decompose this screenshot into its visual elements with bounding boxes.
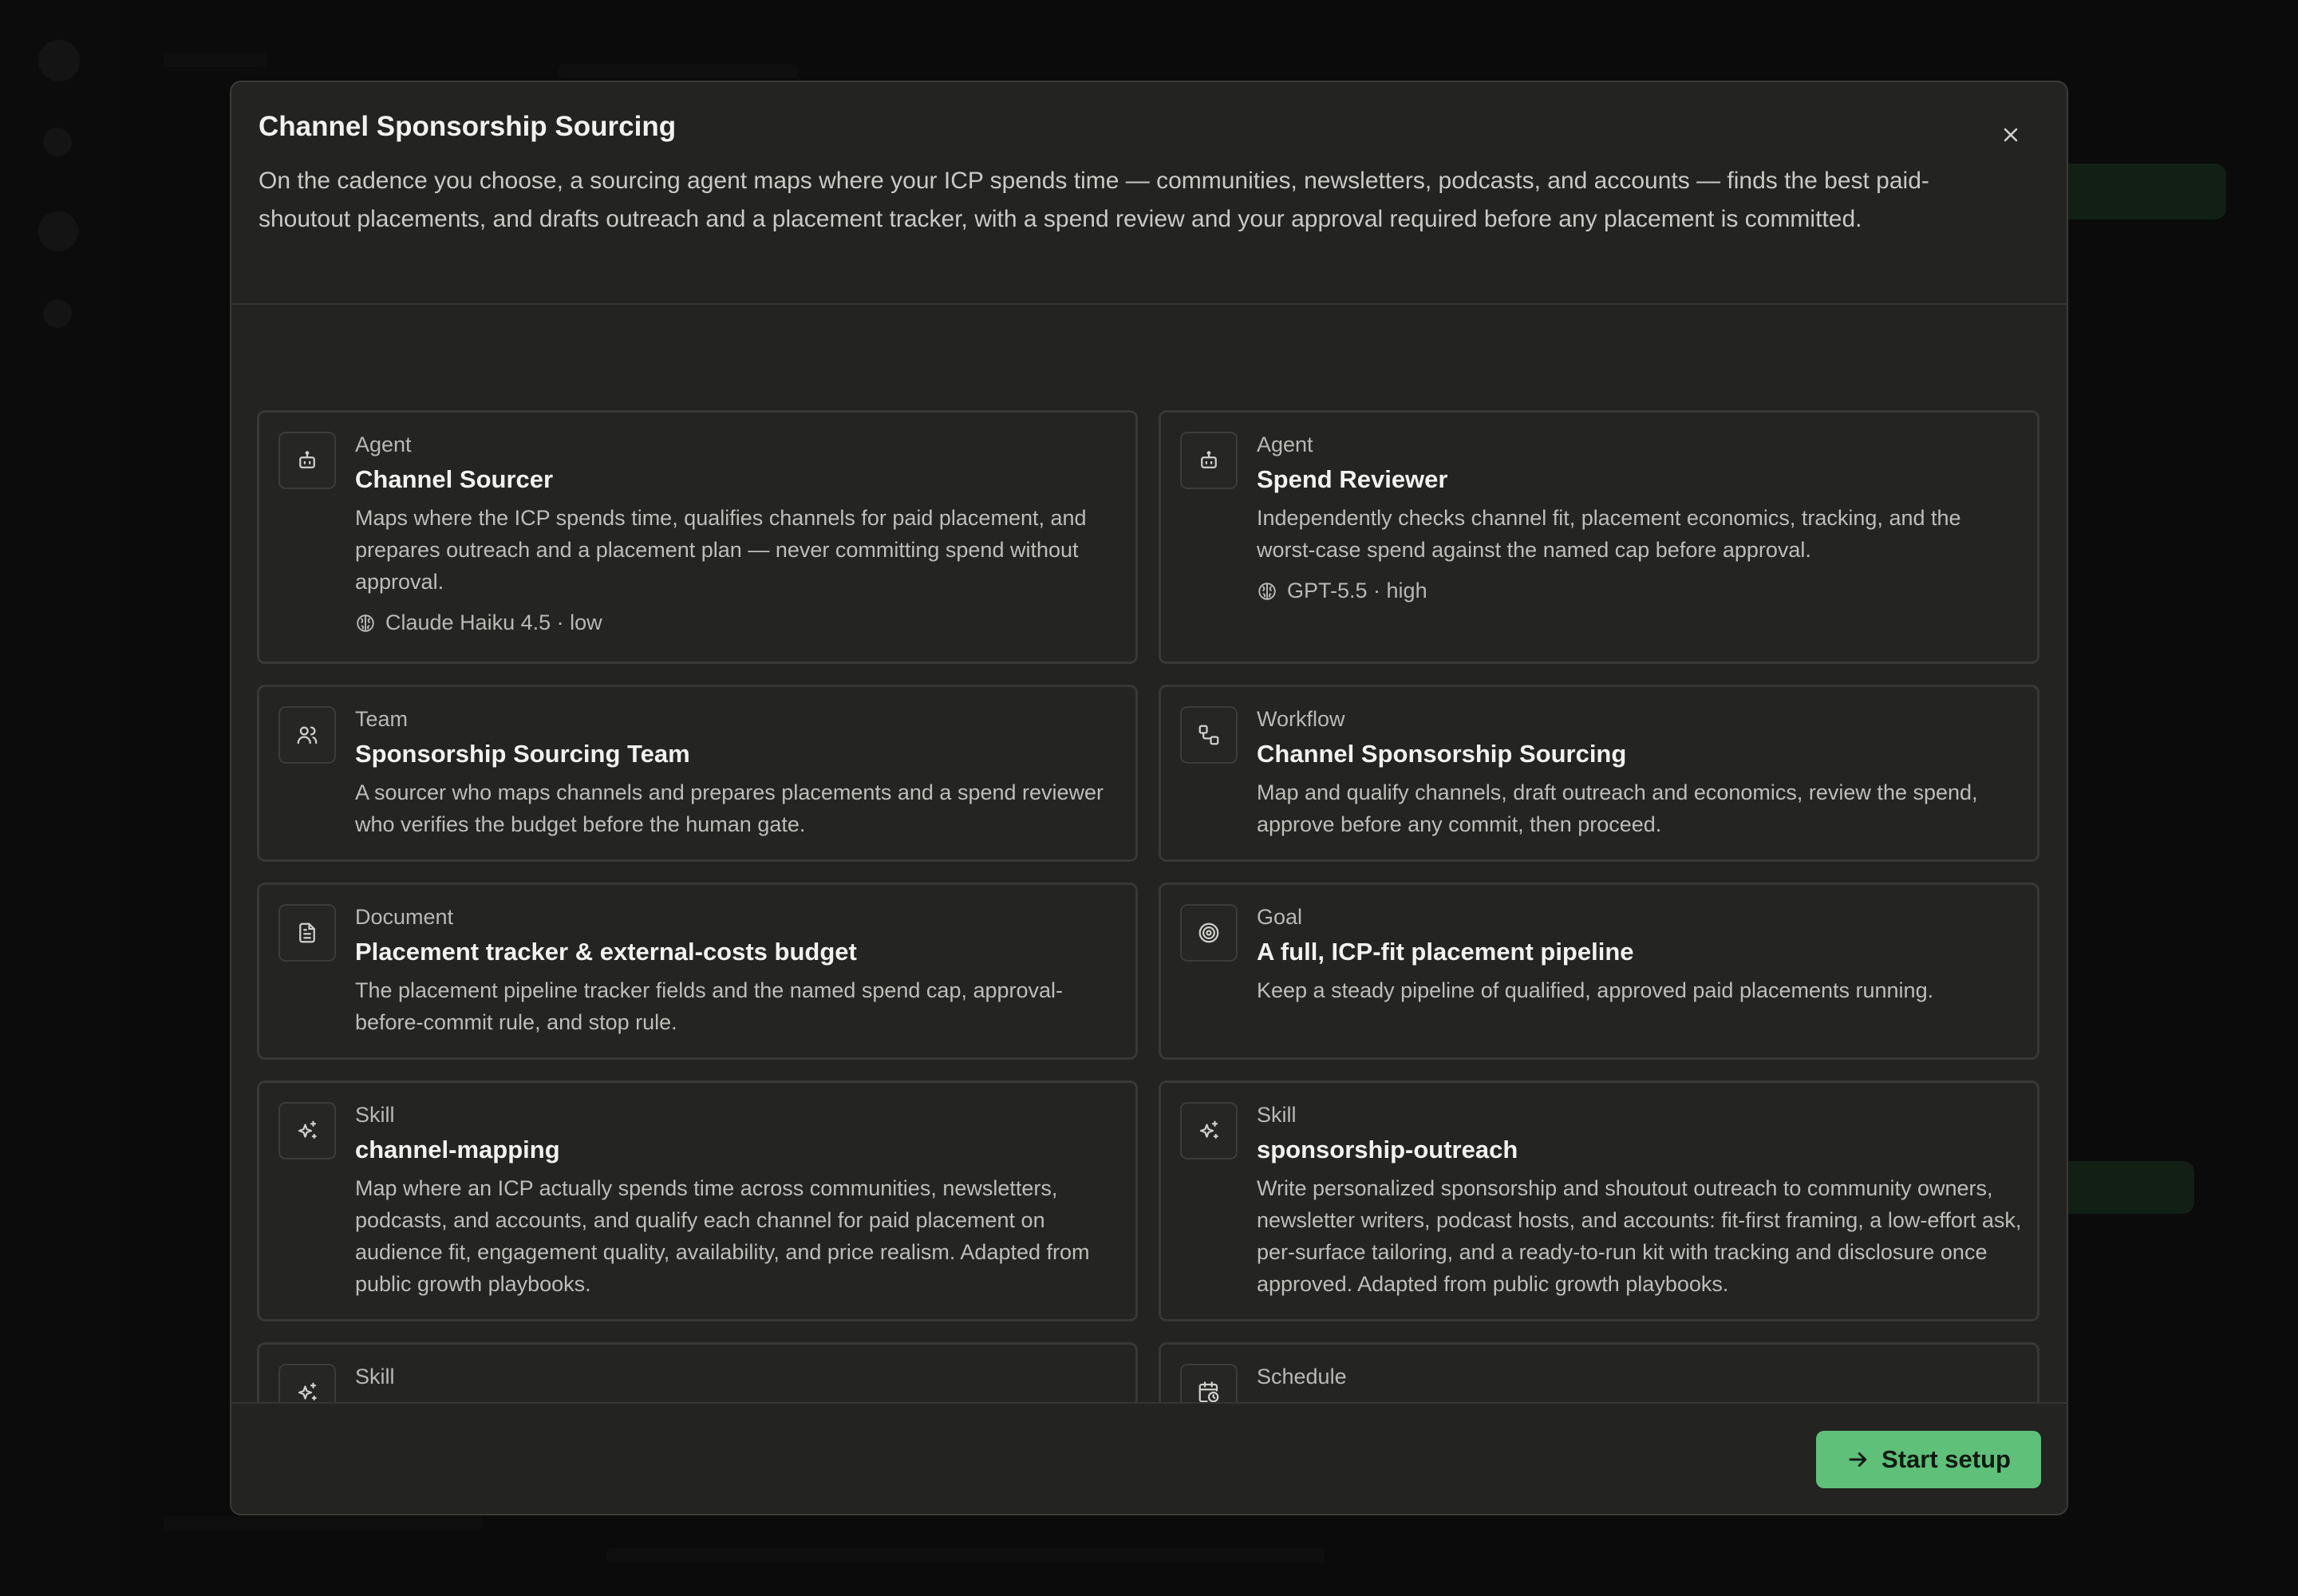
item-description: Map where an ICP actually spends time ac… [355, 1176, 1090, 1296]
item-card-team[interactable]: Team Sponsorship Sourcing Team A sourcer w… [257, 685, 1138, 862]
item-model: GPT-5.5 · high [1257, 579, 1427, 603]
item-description: A sourcer who maps channels and prepares… [355, 780, 1104, 836]
arrow-right-icon [1846, 1448, 1870, 1472]
item-name: Channel Sponsorship Sourcing [1257, 740, 1627, 768]
item-name: A full, ICP-fit placement pipeline [1257, 938, 1634, 966]
item-model-label: Claude Haiku 4.5 · low [385, 610, 602, 634]
item-kind: Team [355, 707, 409, 731]
dialog-footer: Start setup [231, 1402, 2067, 1514]
item-description: Map and qualify channels, draft outreach… [1257, 780, 1978, 836]
item-description: Keep a steady pipeline of qualified, app… [1257, 978, 1934, 1002]
item-kind: Skill [355, 1103, 395, 1127]
document-icon [278, 904, 336, 962]
item-name: Channel Sourcer [355, 465, 554, 493]
item-name: Placement tracker & external-costs budge… [355, 938, 857, 966]
bot-icon [278, 432, 336, 489]
item-name: channel-mapping [355, 1136, 560, 1163]
users-icon [278, 706, 336, 764]
target-icon [1180, 904, 1238, 962]
item-name: Sponsorship Sourcing Team [355, 740, 690, 768]
item-kind: Document [355, 905, 454, 929]
item-card-agent[interactable]: Agent Spend Reviewer Independently checks … [1159, 410, 2039, 664]
item-kind: Schedule [1257, 1365, 1347, 1389]
sparkles-icon [1180, 1102, 1238, 1159]
item-description: Maps where the ICP spends time, qualifie… [355, 506, 1087, 594]
dialog-header: Channel Sponsorship Sourcing On the cade… [231, 82, 2067, 305]
dialog-title: Channel Sponsorship Sourcing [259, 111, 677, 142]
item-model: Claude Haiku 4.5 · low [355, 610, 602, 635]
item-kind: Agent [355, 433, 412, 456]
item-card-goal[interactable]: Goal A full, ICP-fit placement pipeline Ke… [1159, 883, 2039, 1060]
setup-dialog: Channel Sponsorship Sourcing On the cade… [230, 81, 2068, 1515]
item-description: Independently checks channel fit, placem… [1257, 506, 1961, 562]
item-kind: Agent [1257, 433, 1313, 456]
item-description: The placement pipeline tracker fields an… [355, 978, 1064, 1034]
item-name: sponsorship-outreach [1257, 1136, 1518, 1163]
dialog-description: On the cadence you choose, a sourcing ag… [259, 168, 1929, 232]
item-model-label: GPT-5.5 · high [1287, 579, 1427, 602]
workflow-icon [1180, 706, 1238, 764]
item-card-agent[interactable]: Agent Channel Sourcer Maps where the ICP s… [257, 410, 1138, 664]
bot-icon [1180, 432, 1238, 489]
start-setup-label: Start setup [1881, 1445, 2011, 1473]
item-card-skill[interactable]: Skill channel-mapping Map where an ICP act… [257, 1080, 1138, 1321]
sparkles-icon [278, 1102, 336, 1159]
item-kind: Skill [1257, 1103, 1297, 1127]
item-name: Spend Reviewer [1257, 465, 1448, 493]
item-card-document[interactable]: Document Placement tracker & external-cos… [257, 883, 1138, 1060]
start-setup-button[interactable]: Start setup [1816, 1431, 2041, 1488]
close-icon [2001, 125, 2020, 144]
item-card-skill[interactable]: Skill sponsorship-outreach Write personali… [1159, 1080, 2039, 1321]
item-kind: Goal [1257, 905, 1303, 929]
brain-icon [355, 613, 376, 634]
dialog-body[interactable]: Agent Channel Sourcer Maps where the ICP s… [231, 306, 2067, 1487]
item-kind: Workflow [1257, 707, 1345, 731]
close-button[interactable] [1993, 117, 2028, 152]
item-kind: Skill [355, 1365, 395, 1389]
brain-icon [1257, 581, 1277, 602]
item-description: Write personalized sponsorship and shout… [1257, 1176, 2022, 1296]
item-card-workflow[interactable]: Workflow Channel Sponsorship Sourcing Map … [1159, 685, 2039, 862]
